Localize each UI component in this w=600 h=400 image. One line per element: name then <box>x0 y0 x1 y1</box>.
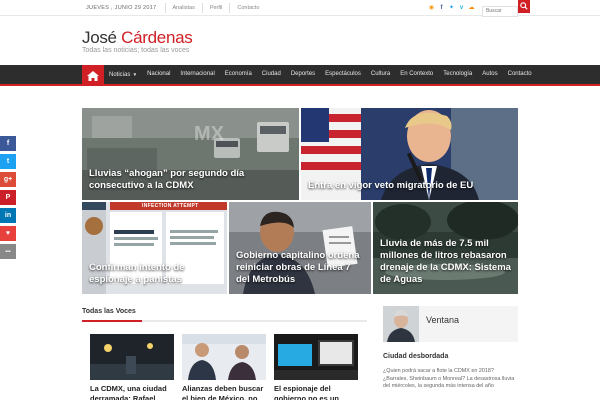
vimeo-icon[interactable]: v <box>458 0 465 16</box>
nav-item-noticias[interactable]: Noticias ▼ <box>104 65 142 84</box>
card-title: El espionaje del gobierno no es un <box>274 384 339 400</box>
home-icon <box>87 70 99 81</box>
twitter-icon[interactable]: ✦ <box>448 0 455 16</box>
section-divider <box>82 320 367 322</box>
site-title-first: José <box>82 28 117 47</box>
voces-card-3[interactable]: El espionaje del gobierno no es un <box>274 334 358 400</box>
card-title: Alianzas deben buscar el bien de México,… <box>182 384 264 400</box>
sidebar-post-title[interactable]: Ciudad desbordada <box>383 353 448 360</box>
googleplus-icon: g+ <box>3 176 13 183</box>
sidebar-post-excerpt: ¿Quien podrá sacar a flote la CDMX en 20… <box>383 368 515 389</box>
featured-story-5[interactable]: Lluvia de más de 7.5 mil millones de lit… <box>373 202 518 294</box>
top-link-analistas[interactable]: Analistas <box>166 3 203 13</box>
featured-story-title: Confirman intento de espionaje a panista… <box>89 262 185 285</box>
linkedin-icon: in <box>4 212 12 219</box>
nav-item-deportes[interactable]: Deportes <box>286 65 320 84</box>
search-icon <box>520 2 528 10</box>
widget-title: Ventana <box>426 315 460 325</box>
card-thumbnail <box>274 334 358 380</box>
featured-story-title: Entra en vigor veto migratorio de EU <box>308 180 474 191</box>
featured-story-title: Lluvias “ahogan” por segundo día consecu… <box>89 168 245 191</box>
pinterest-icon: P <box>5 194 11 201</box>
nav-item-en-contexto[interactable]: En Contexto <box>395 65 438 84</box>
voces-card-2[interactable]: Alianzas deben buscar el bien de México,… <box>182 334 266 400</box>
twitter-icon: t <box>6 158 10 165</box>
avatar <box>383 306 419 342</box>
main-nav: Noticias ▼ Nacional Internacional Econom… <box>0 65 600 86</box>
featured-story-2[interactable]: Entra en vigor veto migratorio de EU <box>301 108 518 200</box>
nav-item-cultura[interactable]: Cultura <box>366 65 395 84</box>
facebook-icon[interactable]: f <box>438 0 445 16</box>
top-link-contacto[interactable]: Contacto <box>230 3 266 13</box>
nav-item-economia[interactable]: Economía <box>220 65 257 84</box>
nav-item-contacto[interactable]: Contacto <box>503 65 537 84</box>
facebook-share-button[interactable]: f <box>0 136 16 151</box>
soundcloud-icon[interactable]: ☁ <box>468 0 475 16</box>
nav-item-ciudad[interactable]: Ciudad <box>257 65 286 84</box>
facebook-icon: f <box>6 140 10 147</box>
card-thumbnail <box>90 334 174 380</box>
nav-item-tecnologia[interactable]: Tecnología <box>438 65 477 84</box>
heart-icon: ♥ <box>5 230 11 237</box>
linkedin-share-button[interactable]: in <box>0 208 16 223</box>
voces-card-1[interactable]: La CDMX, una ciudad derramada: Rafael <box>90 334 174 400</box>
top-link-perfil[interactable]: Perfil <box>203 3 231 13</box>
more-share-button[interactable]: ••• <box>0 244 16 259</box>
nav-item-nacional[interactable]: Nacional <box>142 65 175 84</box>
section-heading: Todas las Voces <box>82 308 136 315</box>
search-button[interactable] <box>518 0 530 13</box>
svg-text:MX: MX <box>194 123 225 145</box>
nav-item-internacional[interactable]: Internacional <box>175 65 219 84</box>
computer-screens-image <box>274 334 358 380</box>
love-share-button[interactable]: ♥ <box>0 226 16 241</box>
night-street-image <box>90 334 174 380</box>
share-sidebar: f t g+ P in ♥ ••• <box>0 136 16 262</box>
caret-down-icon: ▼ <box>131 72 138 77</box>
site-title-second: Cárdenas <box>121 28 193 47</box>
ventana-widget[interactable]: Ventana <box>383 306 518 342</box>
nav-item-espectaculos[interactable]: Espectáculos <box>320 65 366 84</box>
politicians-image <box>182 334 266 380</box>
home-button[interactable] <box>82 65 104 86</box>
twitter-share-button[interactable]: t <box>0 154 16 169</box>
site-tagline: Todas las noticias; todas las voces <box>82 47 190 54</box>
infection-attempt-label: INFECTION ATTEMPT <box>142 203 199 209</box>
nav-item-autos[interactable]: Autos <box>477 65 502 84</box>
featured-story-1[interactable]: MX Lluvias “ahogan” por segundo día cons… <box>82 108 299 200</box>
pinterest-share-button[interactable]: P <box>0 190 16 205</box>
featured-story-3[interactable]: INFECTION ATTEMPT Confirman intento de e… <box>82 202 227 294</box>
googleplus-share-button[interactable]: g+ <box>0 172 16 187</box>
nav-item-label: Noticias <box>109 72 131 78</box>
card-thumbnail <box>182 334 266 380</box>
top-bar: Jueves , junio 29 2017 Analistas Perfil … <box>0 0 600 17</box>
search-input[interactable] <box>482 5 518 17</box>
featured-story-4[interactable]: Gobierno capitalino ordena reiniciar obr… <box>229 202 371 294</box>
featured-story-title: Lluvia de más de 7.5 mil millones de lit… <box>380 238 511 285</box>
site-logo[interactable]: José Cárdenas <box>82 28 193 48</box>
more-icon: ••• <box>5 248 11 255</box>
rss-icon[interactable]: ◉ <box>428 0 435 16</box>
featured-story-title: Gobierno capitalino ordena reiniciar obr… <box>236 250 360 285</box>
card-title: La CDMX, una ciudad derramada: Rafael <box>90 384 167 400</box>
columnist-portrait-image <box>383 306 419 342</box>
current-date: Jueves , junio 29 2017 <box>82 3 166 13</box>
